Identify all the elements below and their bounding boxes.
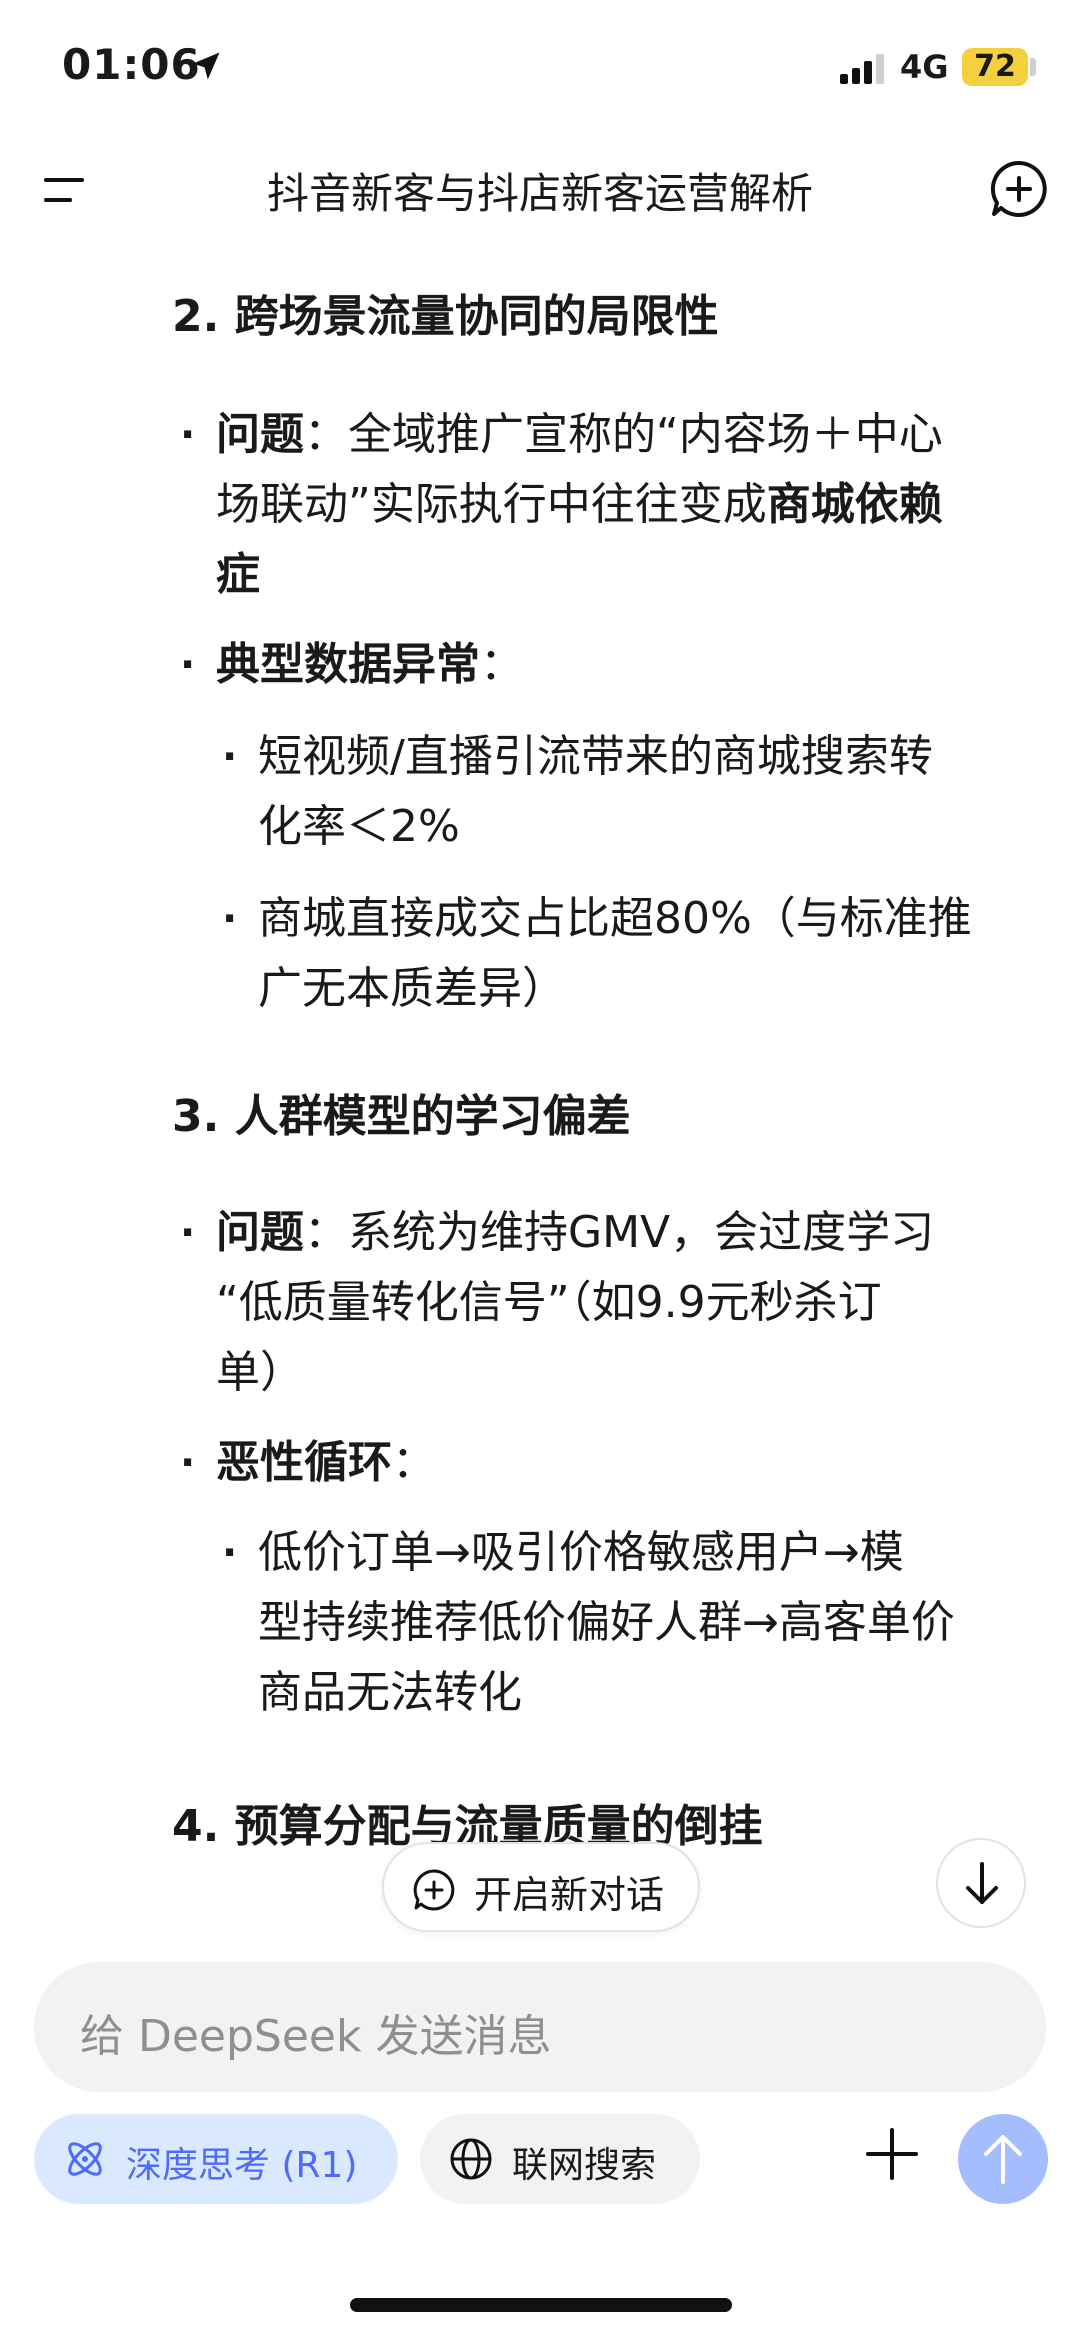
- list-item-line: 型持续推荐低价偏好人群→高客单价: [258, 1597, 955, 1648]
- bullet-dot: ·: [222, 734, 238, 780]
- list-item-line: 商品无法转化: [258, 1667, 522, 1718]
- sub-list-item: · 低价订单→吸引价格敏感用户→模 型持续推荐低价偏好人群→高客单价 商品无法转…: [222, 1518, 1048, 1728]
- message-input-placeholder: 给 DeepSeek 发送消息: [80, 2011, 552, 2062]
- bullet-dot: ·: [222, 1530, 238, 1576]
- status-time: 01:06: [62, 40, 201, 89]
- message-content: 2. 跨场景流量协同的局限性 · 问题：全域推广宣称的“内容场＋中心 场联动”实…: [0, 270, 1080, 1930]
- bullet-dot: ·: [180, 1440, 196, 1486]
- list-item-line: 问题：全域推广宣称的“内容场＋中心: [216, 409, 943, 460]
- list-item: · 典型数据异常：: [180, 630, 1016, 700]
- start-new-chat-label: 开启新对话: [474, 1873, 665, 1917]
- start-new-chat-button[interactable]: 开启新对话: [382, 1842, 700, 1932]
- scroll-to-bottom-button[interactable]: [936, 1838, 1026, 1928]
- chat-header: 抖音新客与抖店新客运营解析: [0, 150, 1080, 230]
- atom-icon: [68, 2142, 102, 2176]
- section-heading: 2. 跨场景流量协同的局限性: [172, 291, 719, 342]
- web-search-label: 联网搜索: [512, 2145, 657, 2186]
- attach-plus-icon[interactable]: [862, 2124, 922, 2184]
- list-item: · 问题：系统为维持GMV，会过度学习 “低质量转化信号”（如9.9元秒杀订 单…: [180, 1198, 1016, 1408]
- arrow-down-icon: [966, 1862, 998, 1904]
- signal-icon: [840, 54, 884, 84]
- list-item-line: 广无本质差异）: [258, 963, 566, 1014]
- list-item-line: 症: [216, 549, 260, 600]
- arrow-up-icon: [984, 2135, 1022, 2184]
- list-item-line: 典型数据异常：: [216, 639, 524, 690]
- message-input[interactable]: 给 DeepSeek 发送消息: [34, 1962, 1046, 2092]
- list-item-line: “低质量转化信号”（如9.9元秒杀订: [216, 1277, 882, 1328]
- sub-list-item: · 商城直接成交占比超80%（与标准推 广无本质差异）: [222, 884, 1048, 1024]
- list-item-line: 化率＜2%: [258, 801, 460, 852]
- bullet-dot: ·: [180, 642, 196, 688]
- globe-icon: [450, 2138, 492, 2180]
- list-item-line: 商城直接成交占比超80%（与标准推: [258, 893, 972, 944]
- home-indicator: [350, 2298, 732, 2312]
- list-item-line: 短视频/直播引流带来的商城搜索转: [258, 731, 933, 782]
- location-arrow-icon: [192, 52, 220, 80]
- list-item: · 问题：全域推广宣称的“内容场＋中心 场联动”实际执行中往往变成商城依赖 症: [180, 400, 1016, 610]
- list-item: · 恶性循环：: [180, 1428, 1016, 1498]
- list-item-line: 单）: [216, 1347, 304, 1398]
- deep-think-label: 深度思考 (R1): [126, 2145, 358, 2186]
- list-item-line: 低价订单→吸引价格敏感用户→模: [258, 1527, 904, 1578]
- new-chat-icon: [413, 1869, 455, 1911]
- deep-think-toggle[interactable]: 深度思考 (R1): [34, 2114, 398, 2204]
- sub-list-item: · 短视频/直播引流带来的商城搜索转 化率＜2%: [222, 722, 1048, 862]
- battery-tip: [1030, 58, 1036, 76]
- status-bar: 01:06 4G 72: [0, 0, 1080, 130]
- conversation-title[interactable]: 抖音新客与抖店新客运营解析: [140, 160, 940, 221]
- send-button[interactable]: [958, 2114, 1048, 2204]
- battery-indicator: 72: [962, 48, 1028, 86]
- bullet-dot: ·: [180, 412, 196, 458]
- menu-icon[interactable]: [42, 170, 90, 210]
- section-heading: 3. 人群模型的学习偏差: [172, 1091, 631, 1142]
- bullet-dot: ·: [222, 896, 238, 942]
- list-item-line: 场联动”实际执行中往往变成商城依赖: [216, 479, 943, 530]
- bullet-dot: ·: [180, 1210, 196, 1256]
- network-type: 4G: [900, 48, 949, 86]
- list-item-line: 问题：系统为维持GMV，会过度学习: [216, 1207, 935, 1258]
- web-search-toggle[interactable]: 联网搜索: [420, 2114, 700, 2204]
- list-item-line: 恶性循环：: [216, 1437, 436, 1488]
- new-chat-icon[interactable]: [988, 158, 1050, 220]
